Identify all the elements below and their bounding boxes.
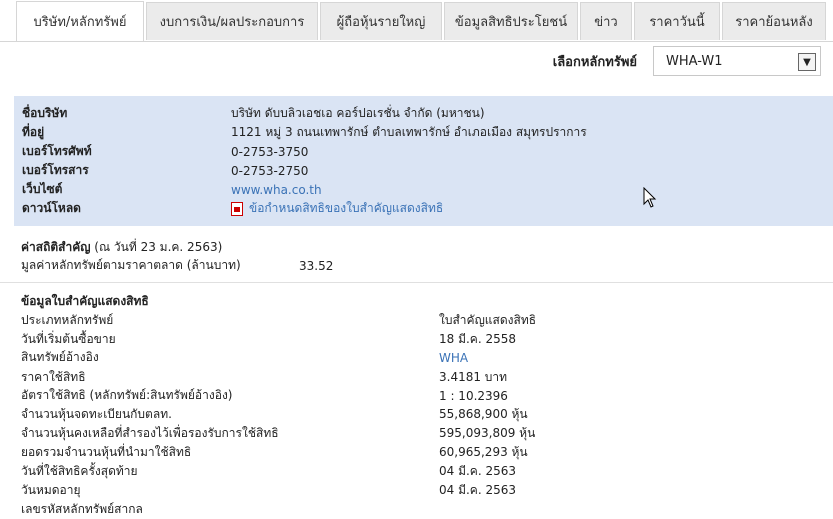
security-select[interactable]: WHA-W1 ▼: [653, 46, 821, 76]
tab-company[interactable]: บริษัท/หลักทรัพย์: [16, 1, 144, 41]
pdf-icon[interactable]: [231, 201, 243, 216]
company-name-row: ชื่อบริษัท บริษัท ดับบลิวเอชเอ คอร์ปอเรช…: [22, 104, 485, 123]
mouse-cursor-icon: [643, 187, 657, 208]
row-label: ประเภทหลักทรัพย์: [21, 313, 114, 327]
tab-news[interactable]: ข่าว: [580, 2, 632, 40]
website-row: เว็บไซต์ www.wha.co.th: [22, 180, 322, 199]
market-cap-value: 33.52: [299, 258, 334, 273]
row-value: 595,093,809 หุ้น: [439, 426, 536, 440]
row-label: อัตราใช้สิทธิ (หลักทรัพย์:สินทรัพย์อ้างอ…: [21, 388, 233, 402]
phone-label: เบอร์โทรศัพท์: [22, 144, 92, 158]
market-cap-label: มูลค่าหลักทรัพย์ตามราคาตลาด (ล้านบาท): [21, 258, 241, 272]
row-value: 18 มี.ค. 2558: [439, 332, 517, 346]
row-label: ยอดรวมจำนวนหุ้นที่นำมาใช้สิทธิ: [21, 445, 192, 459]
phone-row: เบอร์โทรศัพท์ 0-2753-3750: [22, 142, 308, 161]
security-selector: เลือกหลักทรัพย์ WHA-W1 ▼: [553, 46, 821, 76]
tab-bar: บริษัท/หลักทรัพย์ งบการเงิน/ผลประกอบการ …: [0, 0, 833, 42]
table-row: วันหมดอายุ 04 มี.ค. 2563: [21, 481, 516, 500]
row-label: จำนวนหุ้นจดทะเบียนกับตลท.: [21, 407, 172, 421]
website-link[interactable]: www.wha.co.th: [231, 183, 322, 197]
table-row: อัตราใช้สิทธิ (หลักทรัพย์:สินทรัพย์อ้างอ…: [21, 386, 508, 405]
fax-label: เบอร์โทรสาร: [22, 163, 89, 177]
market-cap-row: มูลค่าหลักทรัพย์ตามราคาตลาด (ล้านบาท) 33…: [21, 256, 333, 275]
fax: 0-2753-2750: [231, 163, 309, 178]
selector-label: เลือกหลักทรัพย์: [552, 54, 637, 70]
row-value: 04 มี.ค. 2563: [439, 464, 517, 478]
tab-today-price[interactable]: ราคาวันนี้: [634, 2, 720, 40]
warrant-title: ข้อมูลใบสำคัญแสดงสิทธิ: [21, 294, 149, 308]
table-row: เลขรหัสหลักทรัพย์สากล: [21, 500, 439, 519]
download-link[interactable]: ข้อกำหนดสิทธิของใบสำคัญแสดงสิทธิ: [249, 199, 443, 218]
download-row: ดาวน์โหลด ข้อกำหนดสิทธิของใบสำคัญแสดงสิท…: [22, 199, 443, 218]
table-row: สินทรัพย์อ้างอิง WHA: [21, 348, 468, 367]
row-value: 1 : 10.2396: [439, 388, 508, 403]
row-value: ใบสำคัญแสดงสิทธิ: [439, 313, 537, 327]
key-stats-section: ค่าสถิติสำคัญ (ณ วันที่ 23 ม.ค. 2563): [21, 238, 222, 257]
company-info-panel: ชื่อบริษัท บริษัท ดับบลิวเอชเอ คอร์ปอเรช…: [14, 96, 833, 226]
row-value: 3.4181 บาท: [439, 370, 508, 384]
row-label: ราคาใช้สิทธิ: [21, 370, 86, 384]
row-label: วันหมดอายุ: [21, 483, 81, 497]
phone: 0-2753-3750: [231, 144, 309, 159]
table-row: จำนวนหุ้นจดทะเบียนกับตลท. 55,868,900 หุ้น: [21, 405, 528, 424]
table-row: ยอดรวมจำนวนหุ้นที่นำมาใช้สิทธิ 60,965,293…: [21, 443, 528, 462]
download-label: ดาวน์โหลด: [22, 201, 81, 215]
chevron-down-icon[interactable]: ▼: [798, 53, 816, 71]
address-row: ที่อยู่ 1121 หมู่ 3 ถนนเทพารักษ์ ตำบลเทพ…: [22, 123, 587, 142]
select-value: WHA-W1: [666, 53, 723, 69]
row-value: 55,868,900 หุ้น: [439, 407, 528, 421]
company-name-label: ชื่อบริษัท: [22, 106, 68, 120]
fax-row: เบอร์โทรสาร 0-2753-2750: [22, 161, 308, 180]
row-label: วันที่เริ่มต้นซื้อขาย: [21, 332, 116, 346]
underlying-link[interactable]: WHA: [439, 351, 468, 365]
table-row: ราคาใช้สิทธิ 3.4181 บาท: [21, 368, 507, 387]
website-label: เว็บไซต์: [22, 182, 63, 196]
tab-major-shareholders[interactable]: ผู้ถือหุ้นรายใหญ่: [320, 2, 442, 40]
row-label: สินทรัพย์อ้างอิง: [21, 350, 99, 364]
tab-historical-price[interactable]: ราคาย้อนหลัง: [722, 2, 826, 40]
table-row: ประเภทหลักทรัพย์ ใบสำคัญแสดงสิทธิ: [21, 311, 536, 330]
stats-title: ค่าสถิติสำคัญ: [21, 240, 91, 254]
company-name: บริษัท ดับบลิวเอชเอ คอร์ปอเรชั่น จำกัด (…: [231, 106, 485, 120]
row-label: เลขรหัสหลักทรัพย์สากล: [21, 502, 143, 516]
row-value: 60,965,293 หุ้น: [439, 445, 528, 459]
address: 1121 หมู่ 3 ถนนเทพารักษ์ ตำบลเทพารักษ์ อ…: [231, 125, 587, 139]
table-row: จำนวนหุ้นคงเหลือที่สำรองไว้เพื่อรองรับกา…: [21, 424, 535, 443]
row-label: วันที่ใช้สิทธิครั้งสุดท้าย: [21, 464, 138, 478]
row-label: จำนวนหุ้นคงเหลือที่สำรองไว้เพื่อรองรับกา…: [21, 426, 279, 440]
stats-date: (ณ วันที่ 23 ม.ค. 2563): [94, 240, 223, 254]
tab-financials[interactable]: งบการเงิน/ผลประกอบการ: [146, 2, 318, 40]
divider: [0, 282, 833, 283]
row-value: 04 มี.ค. 2563: [439, 483, 517, 497]
tab-rights[interactable]: ข้อมูลสิทธิประโยชน์: [444, 2, 578, 40]
address-label: ที่อยู่: [22, 125, 45, 139]
table-row: วันที่เริ่มต้นซื้อขาย 18 มี.ค. 2558: [21, 330, 516, 349]
table-row: วันที่ใช้สิทธิครั้งสุดท้าย 04 มี.ค. 2563: [21, 462, 516, 481]
